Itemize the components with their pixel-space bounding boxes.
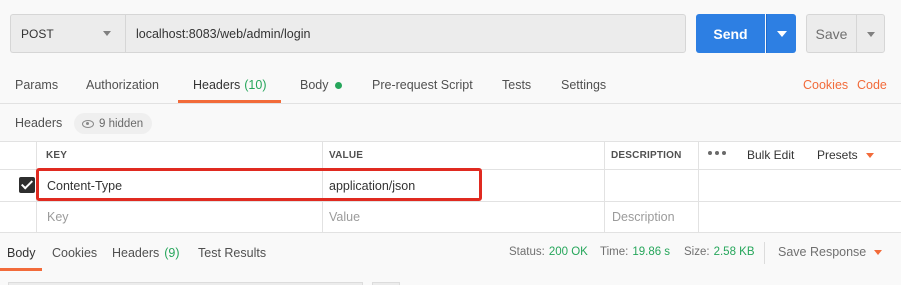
response-tab-cookies[interactable]: Cookies [52,233,97,273]
presets-label: Presets [817,148,858,162]
time-label: Time: [600,246,629,258]
tab-tests[interactable]: Tests [502,66,531,104]
tab-headers[interactable]: Headers (10) [193,66,266,104]
active-tab-indicator [0,268,42,271]
time-value: 19.86 s [632,246,671,258]
chevron-down-icon [865,153,874,159]
tab-label: Settings [561,78,607,92]
row-enabled-checkbox[interactable] [19,177,35,193]
headers-section-label: Headers [15,116,63,130]
column-divider [322,142,323,233]
column-header-value: VALUE [329,150,364,161]
headers-table: KEY VALUE DESCRIPTION Bulk Edit Presets … [0,141,901,233]
cookies-link[interactable]: Cookies [803,66,848,104]
headers-section-bar: Headers 9 hidden [0,105,901,141]
chevron-down-icon [874,250,883,256]
column-header-description: DESCRIPTION [611,150,682,161]
response-tabs-bar: Body Cookies Headers (9) Test Results St… [0,233,901,273]
size-indicator: Size: 2.58 KB [684,246,755,258]
column-header-key: KEY [46,150,68,161]
request-tabs: Params Authorization Headers (10) Body P… [0,66,901,104]
response-tab-headers[interactable]: Headers (9) [112,233,180,273]
row-divider [0,201,901,202]
hidden-headers-toggle[interactable]: 9 hidden [74,113,153,134]
status-label: Status: [509,246,545,258]
save-response-dropdown[interactable]: Save Response [778,245,883,259]
key-input[interactable]: Key [47,210,69,224]
code-link-label: Code [857,78,887,92]
column-divider [604,142,605,233]
request-url-bar: POST localhost:8083/web/admin/login Send… [0,0,901,66]
save-button[interactable]: Save [806,14,856,53]
code-link[interactable]: Code [857,66,887,104]
save-options-button[interactable] [856,14,885,53]
url-text: localhost:8083/web/admin/login [136,26,311,41]
tab-label: Pre-request Script [372,78,473,92]
active-tab-indicator [178,100,281,103]
tab-authorization[interactable]: Authorization [86,66,159,104]
send-label: Send [713,25,748,42]
row-divider [0,169,901,170]
column-divider [36,142,37,233]
chevron-down-icon [103,31,111,36]
tab-label: Headers [112,246,160,260]
tab-label: Test Results [198,246,267,260]
presets-dropdown[interactable]: Presets [817,148,874,162]
tab-label: Headers [193,78,241,92]
tab-label: Body [7,246,36,260]
header-value-cell[interactable]: application/json [329,179,415,193]
tab-settings[interactable]: Settings [561,66,606,104]
response-tab-test-results[interactable]: Test Results [198,233,266,273]
tab-label: Cookies [52,246,98,260]
save-response-label: Save Response [778,245,867,259]
url-input[interactable]: localhost:8083/web/admin/login [125,14,686,53]
tab-body[interactable]: Body [300,66,342,104]
header-key-cell[interactable]: Content-Type [47,179,122,193]
hidden-headers-count: 9 hidden [99,117,144,130]
tab-label: Body [300,78,329,92]
size-value: 2.58 KB [713,246,755,258]
cookies-link-label: Cookies [803,78,849,92]
eye-icon [82,119,94,128]
tab-params[interactable]: Params [15,66,58,104]
tab-count: (10) [244,78,267,92]
status-indicator: Status: 200 OK [509,246,588,258]
size-label: Size: [684,246,710,258]
tab-pre-request-script[interactable]: Pre-request Script [372,66,473,104]
divider [764,242,765,264]
time-indicator: Time: 19.86 s [600,246,670,258]
description-input[interactable]: Description [612,210,675,224]
method-select[interactable]: POST [10,14,125,53]
send-button[interactable]: Send [696,14,765,53]
value-input[interactable]: Value [329,210,360,224]
body-indicator-dot [334,81,342,89]
response-tab-body[interactable]: Body [7,233,36,273]
tab-label: Authorization [86,78,159,92]
column-divider [698,142,699,233]
status-value: 200 OK [548,246,588,258]
send-options-button[interactable] [766,14,796,53]
save-label: Save [815,25,848,42]
tab-label: Tests [502,78,532,92]
tab-label: Params [15,78,59,92]
tab-count: (9) [164,246,180,260]
method-label: POST [21,26,54,41]
bulk-edit-link[interactable]: Bulk Edit [747,148,794,162]
more-options-icon[interactable] [708,151,726,155]
